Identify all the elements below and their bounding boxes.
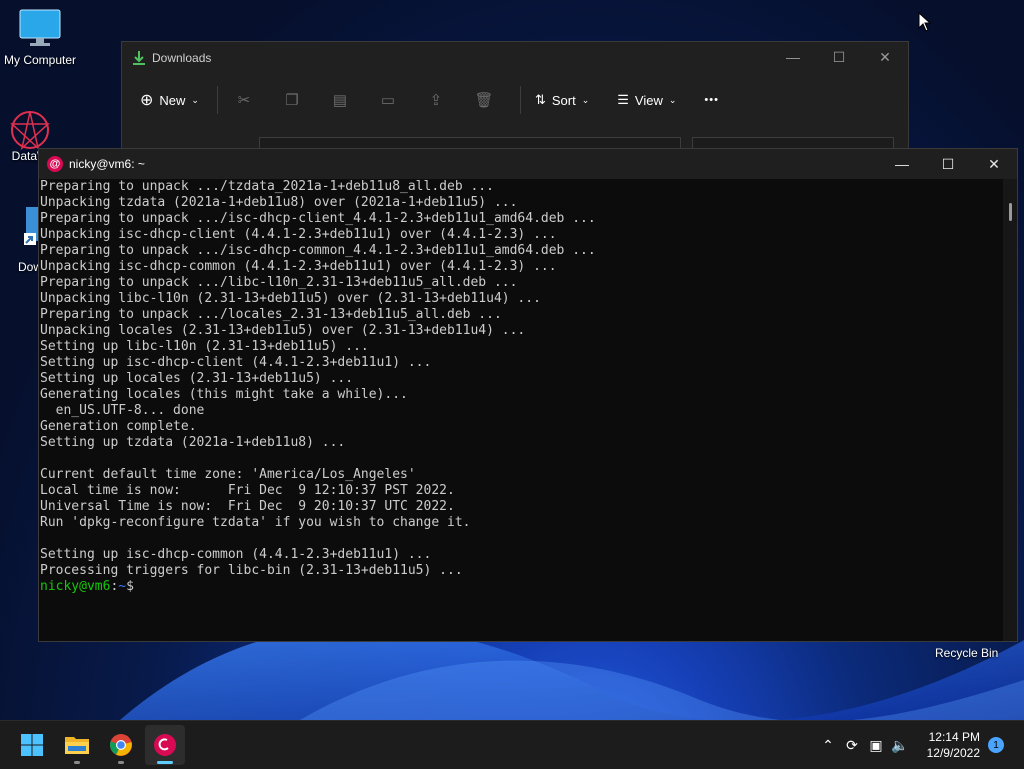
terminal-line: Generation complete. — [40, 419, 197, 434]
rename-icon[interactable]: ▭ — [376, 88, 400, 112]
terminal-prompt[interactable]: nicky@vm6:~$ — [40, 579, 1003, 595]
sync-icon[interactable]: ⟳ — [840, 737, 864, 754]
chevron-down-icon: ⌄ — [581, 94, 590, 105]
sort-icon: ⇅ — [534, 92, 546, 107]
terminal-title: nicky@vm6: ~ — [69, 157, 145, 171]
terminal-line: Setting up locales (2.31-13+deb11u5) ... — [40, 371, 354, 386]
debian-icon: @ — [47, 156, 63, 172]
close-icon[interactable]: ✕ — [862, 42, 908, 72]
desktop-icon-my-computer[interactable]: My Computer — [0, 8, 80, 67]
copy-icon[interactable]: ❐ — [280, 88, 304, 112]
toolbar-divider — [216, 86, 218, 114]
terminal-line: Unpacking libc-l10n (2.31-13+deb11u5) ov… — [40, 291, 541, 306]
folder-icon — [65, 737, 89, 754]
desktop-icon-recycle-bin[interactable]: Recycle Bin — [935, 646, 998, 660]
terminal-line: Generating locales (this might take a wh… — [40, 387, 408, 402]
terminal-line: Setting up tzdata (2021a-1+deb11u8) ... — [40, 435, 346, 450]
terminal-line: Preparing to unpack .../isc-dhcp-client_… — [40, 211, 596, 226]
notification-badge[interactable]: 1 — [988, 737, 1004, 753]
paste-icon[interactable]: ▤ — [328, 88, 352, 112]
running-indicator — [74, 761, 80, 764]
maximize-icon[interactable]: ☐ — [816, 42, 862, 72]
download-icon — [133, 51, 145, 65]
view-label: View — [634, 92, 663, 108]
terminal-titlebar[interactable]: @ nicky@vm6: ~ — [39, 149, 1017, 179]
clock-date: 12/9/2022 — [926, 746, 980, 760]
terminal-scrollbar[interactable] — [1003, 179, 1017, 641]
minimize-icon[interactable]: — — [770, 42, 816, 72]
terminal-output[interactable]: Preparing to unpack .../tzdata_2021a-1+d… — [39, 179, 1003, 641]
prompt-symbol: $ — [126, 579, 134, 594]
terminal-line: Preparing to unpack .../isc-dhcp-common_… — [40, 243, 596, 258]
plus-circle-icon: ⊕ — [140, 92, 154, 109]
taskbar-debian-terminal[interactable] — [145, 725, 185, 765]
taskbar-file-explorer[interactable] — [57, 725, 97, 765]
new-label: New — [159, 92, 186, 108]
close-icon[interactable]: ✕ — [971, 149, 1017, 179]
chevron-down-icon: ⌄ — [191, 94, 199, 105]
sort-label: Sort — [551, 92, 576, 108]
desktop-icon-label: My Computer — [3, 53, 77, 67]
explorer-toolbar: ⊕ New ⌄ ✂ ❐ ▤ ▭ ⇪ 🗑 ⇅ Sort ⌄ ☰ View ⌄ ••… — [122, 74, 908, 126]
chrome-icon — [109, 734, 132, 756]
prompt-path: ~ — [118, 579, 127, 594]
more-options-button[interactable]: ••• — [704, 94, 719, 106]
explorer-title: Downloads — [152, 51, 212, 65]
scrollbar-thumb[interactable] — [1009, 203, 1012, 221]
taskbar-chrome[interactable] — [101, 725, 141, 765]
view-button[interactable]: ☰ View ⌄ — [617, 92, 676, 108]
terminal-line: Preparing to unpack .../libc-l10n_2.31-1… — [40, 275, 518, 290]
sort-button[interactable]: ⇅ Sort ⌄ — [535, 92, 589, 108]
terminal-line: Preparing to unpack .../locales_2.31-13+… — [40, 307, 502, 322]
debian-icon — [154, 734, 176, 756]
terminal-line: Setting up libc-l10n (2.31-13+deb11u5) .… — [40, 339, 369, 354]
running-indicator — [118, 761, 124, 764]
running-indicator — [157, 761, 173, 764]
maximize-icon[interactable]: ☐ — [925, 149, 971, 179]
terminal-line: Setting up isc-dhcp-client (4.4.1-2.3+de… — [40, 355, 432, 370]
share-icon[interactable]: ⇪ — [424, 88, 448, 112]
terminal-line: en_US.UTF-8... done — [40, 403, 205, 418]
terminal-line: Run 'dpkg-reconfigure tzdata' if you wis… — [40, 515, 471, 530]
minimize-icon[interactable]: — — [879, 149, 925, 179]
chevron-up-icon[interactable]: ⌃ — [816, 737, 840, 754]
mouse-cursor-icon — [918, 12, 932, 32]
monitor-icon — [19, 9, 61, 46]
windows-start-icon — [21, 734, 43, 756]
cut-icon[interactable]: ✂ — [232, 88, 256, 112]
terminal-window[interactable]: @ nicky@vm6: ~ — ☐ ✕ Preparing to unpack… — [38, 148, 1018, 642]
terminal-line: Unpacking tzdata (2021a-1+deb11u8) over … — [40, 195, 518, 210]
taskbar: ⌃ ⟳ ▣ 🔈 12:14 PM 12/9/2022 1 — [0, 720, 1024, 769]
volume-icon[interactable]: 🔈 — [888, 737, 912, 754]
terminal-line: Setting up isc-dhcp-common (4.4.1-2.3+de… — [40, 547, 432, 562]
terminal-line: Local time is now: Fri Dec 9 12:10:37 PS… — [40, 483, 455, 498]
new-button[interactable]: ⊕ New ⌄ — [140, 90, 199, 110]
more-icon: ••• — [704, 94, 719, 106]
network-icon[interactable]: ▣ — [864, 737, 888, 754]
clock-time: 12:14 PM — [928, 730, 980, 744]
terminal-line: Current default time zone: 'America/Los_… — [40, 467, 416, 482]
toolbar-divider — [519, 86, 521, 114]
terminal-line: Unpacking locales (2.31-13+deb11u5) over… — [40, 323, 526, 338]
start-button[interactable] — [12, 725, 52, 765]
chevron-down-icon: ⌄ — [668, 94, 677, 105]
terminal-line: Unpacking isc-dhcp-common (4.4.1-2.3+deb… — [40, 259, 557, 274]
terminal-line: Universal Time is now: Fri Dec 9 20:10:3… — [40, 499, 455, 514]
system-tray: ⌃ ⟳ ▣ 🔈 — [816, 721, 912, 769]
terminal-line: Processing triggers for libc-bin (2.31-1… — [40, 563, 463, 578]
view-icon: ☰ — [617, 92, 629, 107]
datawrapper-icon — [10, 111, 50, 151]
clock[interactable]: 12:14 PM 12/9/2022 — [927, 729, 980, 761]
delete-icon[interactable]: 🗑 — [472, 88, 496, 112]
terminal-line: Unpacking isc-dhcp-client (4.4.1-2.3+deb… — [40, 227, 557, 242]
prompt-user: nicky@vm6 — [40, 579, 111, 594]
terminal-line: Preparing to unpack .../tzdata_2021a-1+d… — [40, 179, 494, 194]
